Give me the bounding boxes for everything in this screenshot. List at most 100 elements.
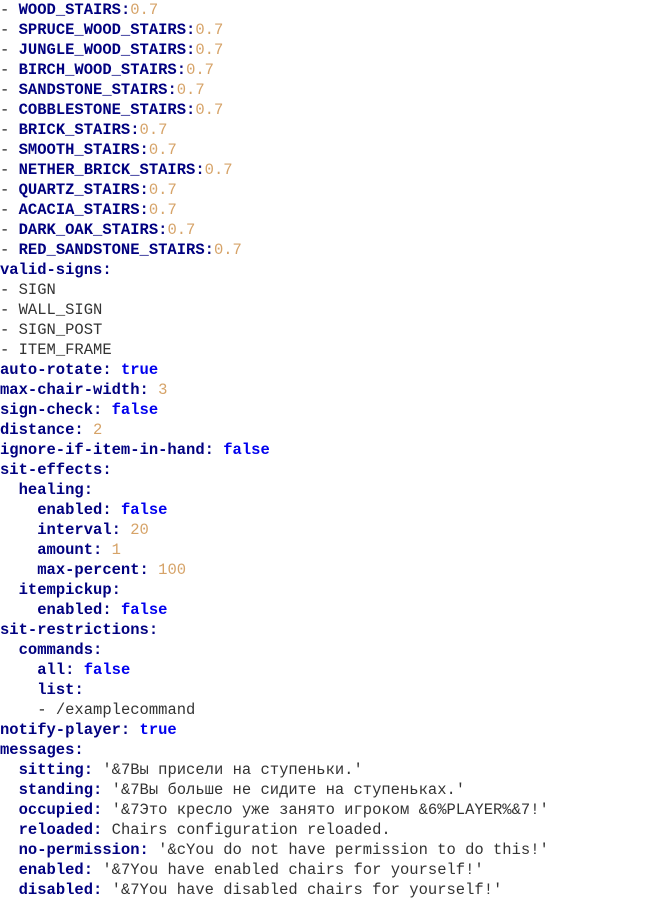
config-key: distance	[0, 421, 75, 439]
config-key: messages	[0, 741, 75, 759]
config-key: RED_SANDSTONE_STAIRS	[18, 241, 205, 259]
config-line: - ACACIA_STAIRS:0.7	[0, 200, 662, 220]
list-bullet: -	[0, 101, 19, 119]
config-key: valid-signs	[0, 261, 103, 279]
key-separator: :	[102, 601, 121, 619]
config-line: enabled: false	[0, 500, 662, 520]
config-line: sit-effects:	[0, 460, 662, 480]
key-separator: :	[83, 761, 103, 779]
config-line: standing: '&7Вы больше не сидите на ступ…	[0, 780, 662, 800]
config-key: healing	[18, 481, 84, 499]
config-value-boolean: false	[83, 661, 131, 679]
config-key: amount	[37, 541, 94, 559]
config-line: - SPRUCE_WOOD_STAIRS:0.7	[0, 20, 662, 40]
key-separator: :	[93, 821, 112, 839]
config-line: - WALL_SIGN	[0, 300, 662, 320]
config-value-boolean: false	[223, 441, 270, 459]
config-key: ACACIA_STAIRS	[18, 201, 140, 219]
key-separator: :	[102, 361, 121, 379]
config-line: interval: 20	[0, 520, 662, 540]
key-separator: :	[195, 161, 205, 179]
key-separator: :	[83, 481, 94, 499]
key-separator: :	[93, 801, 112, 819]
list-bullet: -	[0, 321, 19, 339]
key-separator: :	[93, 641, 103, 659]
config-value-string: '&7Вы больше не сидите на ступеньках.'	[111, 781, 466, 799]
config-key: WOOD_STAIRS	[18, 1, 121, 19]
key-separator: :	[102, 261, 112, 279]
config-value-string: '&7Вы присели на ступеньки.'	[102, 761, 363, 779]
config-key: QUARTZ_STAIRS	[18, 181, 140, 199]
config-line: - DARK_OAK_STAIRS:0.7	[0, 220, 662, 240]
config-line: - ITEM_FRAME	[0, 340, 662, 360]
config-value-number: 0.7	[195, 101, 224, 119]
config-line: - NETHER_BRICK_STAIRS:0.7	[0, 160, 662, 180]
config-value-number: 2	[93, 421, 103, 439]
config-key: COBBLESTONE_STAIRS	[18, 101, 187, 119]
key-separator: :	[186, 21, 196, 39]
config-value-number: 3	[158, 381, 168, 399]
config-line: - BIRCH_WOOD_STAIRS:0.7	[0, 60, 662, 80]
key-separator: :	[102, 461, 112, 479]
list-bullet: -	[0, 41, 19, 59]
config-value-number: 0.7	[148, 141, 177, 159]
config-line: - SIGN	[0, 280, 662, 300]
config-key: JUNGLE_WOOD_STAIRS	[18, 41, 187, 59]
key-separator: :	[65, 661, 84, 679]
config-key: interval	[37, 521, 112, 539]
config-value-number: 0.7	[148, 181, 177, 199]
config-value-number: 0.7	[186, 61, 214, 79]
config-value-string: '&7You have disabled chairs for yourself…	[111, 881, 503, 899]
config-value-number: 0.7	[204, 161, 233, 179]
config-key: reloaded	[18, 821, 94, 839]
list-bullet: -	[0, 341, 19, 359]
config-value-number: 0.7	[195, 21, 224, 39]
config-line: reloaded: Chairs configuration reloaded.	[0, 820, 662, 840]
config-line: list:	[0, 680, 662, 700]
list-bullet: -	[0, 221, 19, 239]
list-bullet: -	[0, 121, 19, 139]
key-separator: :	[93, 541, 112, 559]
config-key: SPRUCE_WOOD_STAIRS	[18, 21, 187, 39]
key-separator: :	[74, 681, 84, 699]
config-value-number: 20	[130, 521, 149, 539]
config-key: max-chair-width	[0, 381, 140, 399]
config-key: NETHER_BRICK_STAIRS	[18, 161, 196, 179]
list-bullet: -	[37, 701, 56, 719]
config-key: enabled	[37, 601, 103, 619]
config-line: amount: 1	[0, 540, 662, 560]
config-key: disabled	[18, 881, 94, 899]
list-bullet: -	[0, 181, 19, 199]
key-separator: :	[120, 721, 140, 739]
list-bullet: -	[0, 301, 19, 319]
config-key: occupied	[18, 801, 94, 819]
config-line: sitting: '&7Вы присели на ступеньки.'	[0, 760, 662, 780]
key-separator: :	[139, 201, 149, 219]
key-separator: :	[139, 181, 149, 199]
config-value-item: /examplecommand	[55, 701, 196, 719]
list-bullet: -	[0, 141, 19, 159]
config-line: messages:	[0, 740, 662, 760]
config-line: - BRICK_STAIRS:0.7	[0, 120, 662, 140]
config-value-boolean: false	[120, 501, 168, 519]
config-value-boolean: false	[111, 401, 159, 419]
config-value-string: '&7You have enabled chairs for yourself!…	[102, 861, 484, 879]
config-key: enabled	[18, 861, 84, 879]
key-separator: :	[176, 61, 187, 79]
config-value-string: '&cYou do not have permission to do this…	[158, 841, 549, 859]
config-key: BIRCH_WOOD_STAIRS	[18, 61, 177, 79]
list-bullet: -	[0, 1, 19, 19]
config-line: - WOOD_STAIRS:0.7	[0, 0, 662, 20]
config-key: SANDSTONE_STAIRS	[18, 81, 168, 99]
